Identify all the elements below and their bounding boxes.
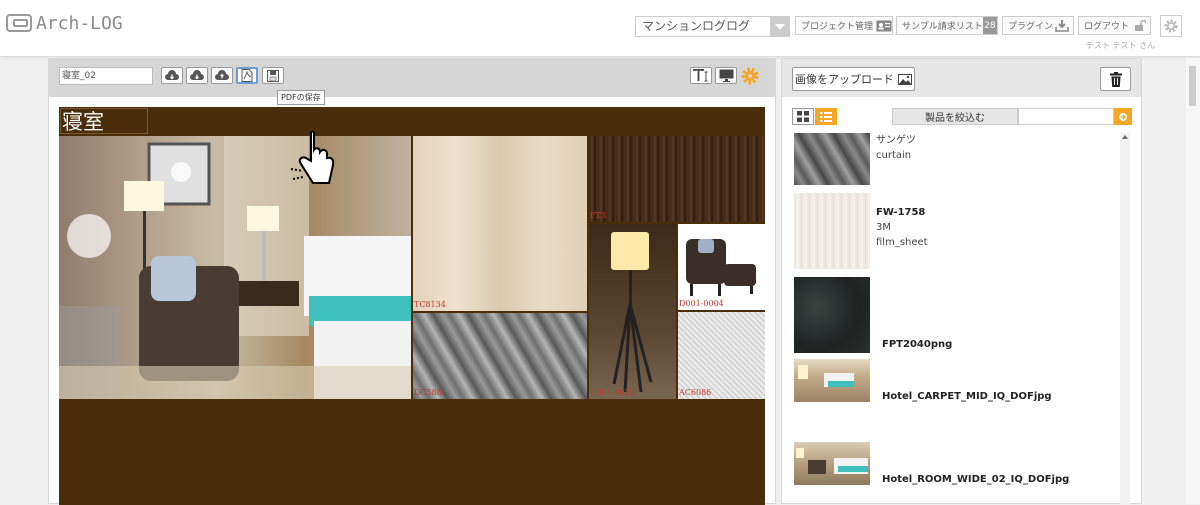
item-line: curtain <box>876 150 912 161</box>
chevron-down-icon[interactable] <box>770 17 789 36</box>
item-thumbnail <box>794 193 870 269</box>
material-tile-ft3[interactable]: FT3 <box>589 136 765 222</box>
panel-toolbar: 画像をアップロード <box>782 59 1141 97</box>
item-title: Hotel_ROOM_WIDE_02_IQ_DOFjpg <box>882 474 1070 485</box>
logo-text: Arch-LOG <box>36 12 123 34</box>
tile-label: D001-0022 <box>590 388 635 397</box>
filter-input[interactable] <box>1018 108 1114 125</box>
plugin-label: プラグイン <box>1008 22 1054 32</box>
page-scrollbar[interactable] <box>1186 58 1200 504</box>
material-panel: 画像をアップロード 製品を絞込む サンゲツ curtain FW-1758 3M… <box>781 58 1142 505</box>
bedroom-photo-tile[interactable] <box>59 136 411 399</box>
item-thumbnail <box>794 359 870 402</box>
upload-image-button[interactable]: 画像をアップロード <box>792 67 915 91</box>
tile-label: TC8134 <box>414 300 446 309</box>
material-tile-d001-0004[interactable]: D001-0004 <box>678 224 765 310</box>
item-thumbnail <box>794 442 870 485</box>
item-title: FW-1758 <box>876 207 926 218</box>
cloud-upload-button[interactable] <box>211 67 233 84</box>
project-manage-label: プロジェクト管理 <box>801 22 874 32</box>
moodboard-canvas[interactable]: 寝室 TC8134 FT3 D001-0022 D001-0004 DC588 … <box>59 107 765 505</box>
pdf-save-tooltip: PDFの保存 <box>277 90 325 105</box>
logo[interactable]: Arch-LOG <box>6 12 123 34</box>
item-line: 3M <box>876 222 891 233</box>
item-text: サンゲツ curtain <box>876 133 916 163</box>
tile-label: D001-0004 <box>679 299 724 308</box>
cloud-download-icon <box>165 69 179 80</box>
upload-image-label: 画像をアップロード <box>795 73 894 86</box>
trash-icon <box>1109 71 1122 87</box>
item-text: Hotel_CARPET_MID_IQ_DOFjpg <box>882 389 1052 404</box>
material-tile-tc8134[interactable]: TC8134 <box>413 136 587 311</box>
sample-list-label: サンプル請求リスト <box>902 22 983 32</box>
sample-count-badge: 28 <box>982 17 997 34</box>
cloud-upload-icon <box>215 69 229 80</box>
cloud-download-icon <box>190 69 204 80</box>
grid-icon <box>797 111 809 122</box>
monitor-icon <box>719 69 733 82</box>
item-text: FW-1758 3M film_sheet <box>876 205 928 250</box>
board-editor: 寝室_02 PDFの保存 寝室 TC8134 FT3 D001-0022 D00… <box>48 58 776 505</box>
item-title: FPT2040png <box>882 339 953 350</box>
item-title: Hotel_CARPET_MID_IQ_DOFjpg <box>882 391 1052 402</box>
material-tile-dc588[interactable]: DC588 <box>413 313 587 399</box>
id-card-icon <box>876 17 892 34</box>
grid-view-button[interactable] <box>792 108 814 125</box>
search-icon[interactable] <box>1114 108 1132 125</box>
item-line: film_sheet <box>876 237 928 248</box>
item-text: FPT2040png <box>882 337 952 352</box>
list-view-button[interactable] <box>815 108 837 125</box>
cloud-download-button-2[interactable] <box>186 67 208 84</box>
settings-gear-icon[interactable] <box>740 66 760 86</box>
list-icon <box>820 111 832 122</box>
logo-mark-icon <box>6 14 32 32</box>
project-select[interactable]: マンションログログ <box>635 16 790 37</box>
logout-button[interactable]: ログアウト <box>1078 16 1151 35</box>
pdf-file-icon <box>241 69 253 82</box>
editor-toolbar: 寝室_02 PDFの保存 <box>49 59 775 105</box>
item-thumbnail <box>794 133 870 185</box>
logout-label: ログアウト <box>1084 22 1130 32</box>
gear-icon[interactable] <box>1160 15 1182 37</box>
board-name-input[interactable]: 寝室_02 <box>59 67 153 85</box>
delete-button[interactable] <box>1100 67 1131 91</box>
text-tool-button[interactable] <box>690 67 712 84</box>
user-name[interactable]: テスト テスト さん <box>1086 40 1155 51</box>
presentation-button[interactable] <box>715 67 737 84</box>
floppy-disk-icon <box>267 69 279 82</box>
image-icon <box>898 73 912 85</box>
hand-cursor-icon <box>290 131 335 184</box>
unlock-icon <box>1134 17 1150 34</box>
download-icon <box>1055 17 1073 34</box>
top-bar: Arch-LOG マンションログログ プロジェクト管理 サンプル請求リスト 28… <box>0 0 1200 57</box>
list-scrollbar[interactable] <box>1120 133 1130 505</box>
tile-label: AC6086 <box>679 388 712 397</box>
sample-list-button[interactable]: サンプル請求リスト 28 <box>896 16 998 35</box>
text-icon <box>693 69 708 82</box>
page-scrollbar-thumb[interactable] <box>1189 66 1196 106</box>
plugin-button[interactable]: プラグイン <box>1002 16 1074 35</box>
item-text: Hotel_ROOM_WIDE_02_IQ_DOFjpg <box>882 472 1069 487</box>
cloud-download-button-1[interactable] <box>161 67 183 84</box>
save-button[interactable] <box>262 67 284 84</box>
scroll-up-icon[interactable] <box>1122 135 1128 139</box>
item-line: サンゲツ <box>876 135 916 146</box>
project-select-value: マンションログログ <box>642 19 751 33</box>
item-thumbnail <box>794 277 870 353</box>
material-tile-ac6086[interactable]: AC6086 <box>678 312 765 399</box>
tile-label: FT3 <box>590 211 606 220</box>
pdf-button[interactable] <box>236 67 258 84</box>
board-title[interactable]: 寝室 <box>60 108 148 134</box>
tile-label: DC588 <box>414 388 442 397</box>
material-tile-d001-0022[interactable]: D001-0022 <box>589 224 676 399</box>
filter-label: 製品を絞込む <box>892 108 1018 125</box>
project-manage-button[interactable]: プロジェクト管理 <box>795 16 893 35</box>
